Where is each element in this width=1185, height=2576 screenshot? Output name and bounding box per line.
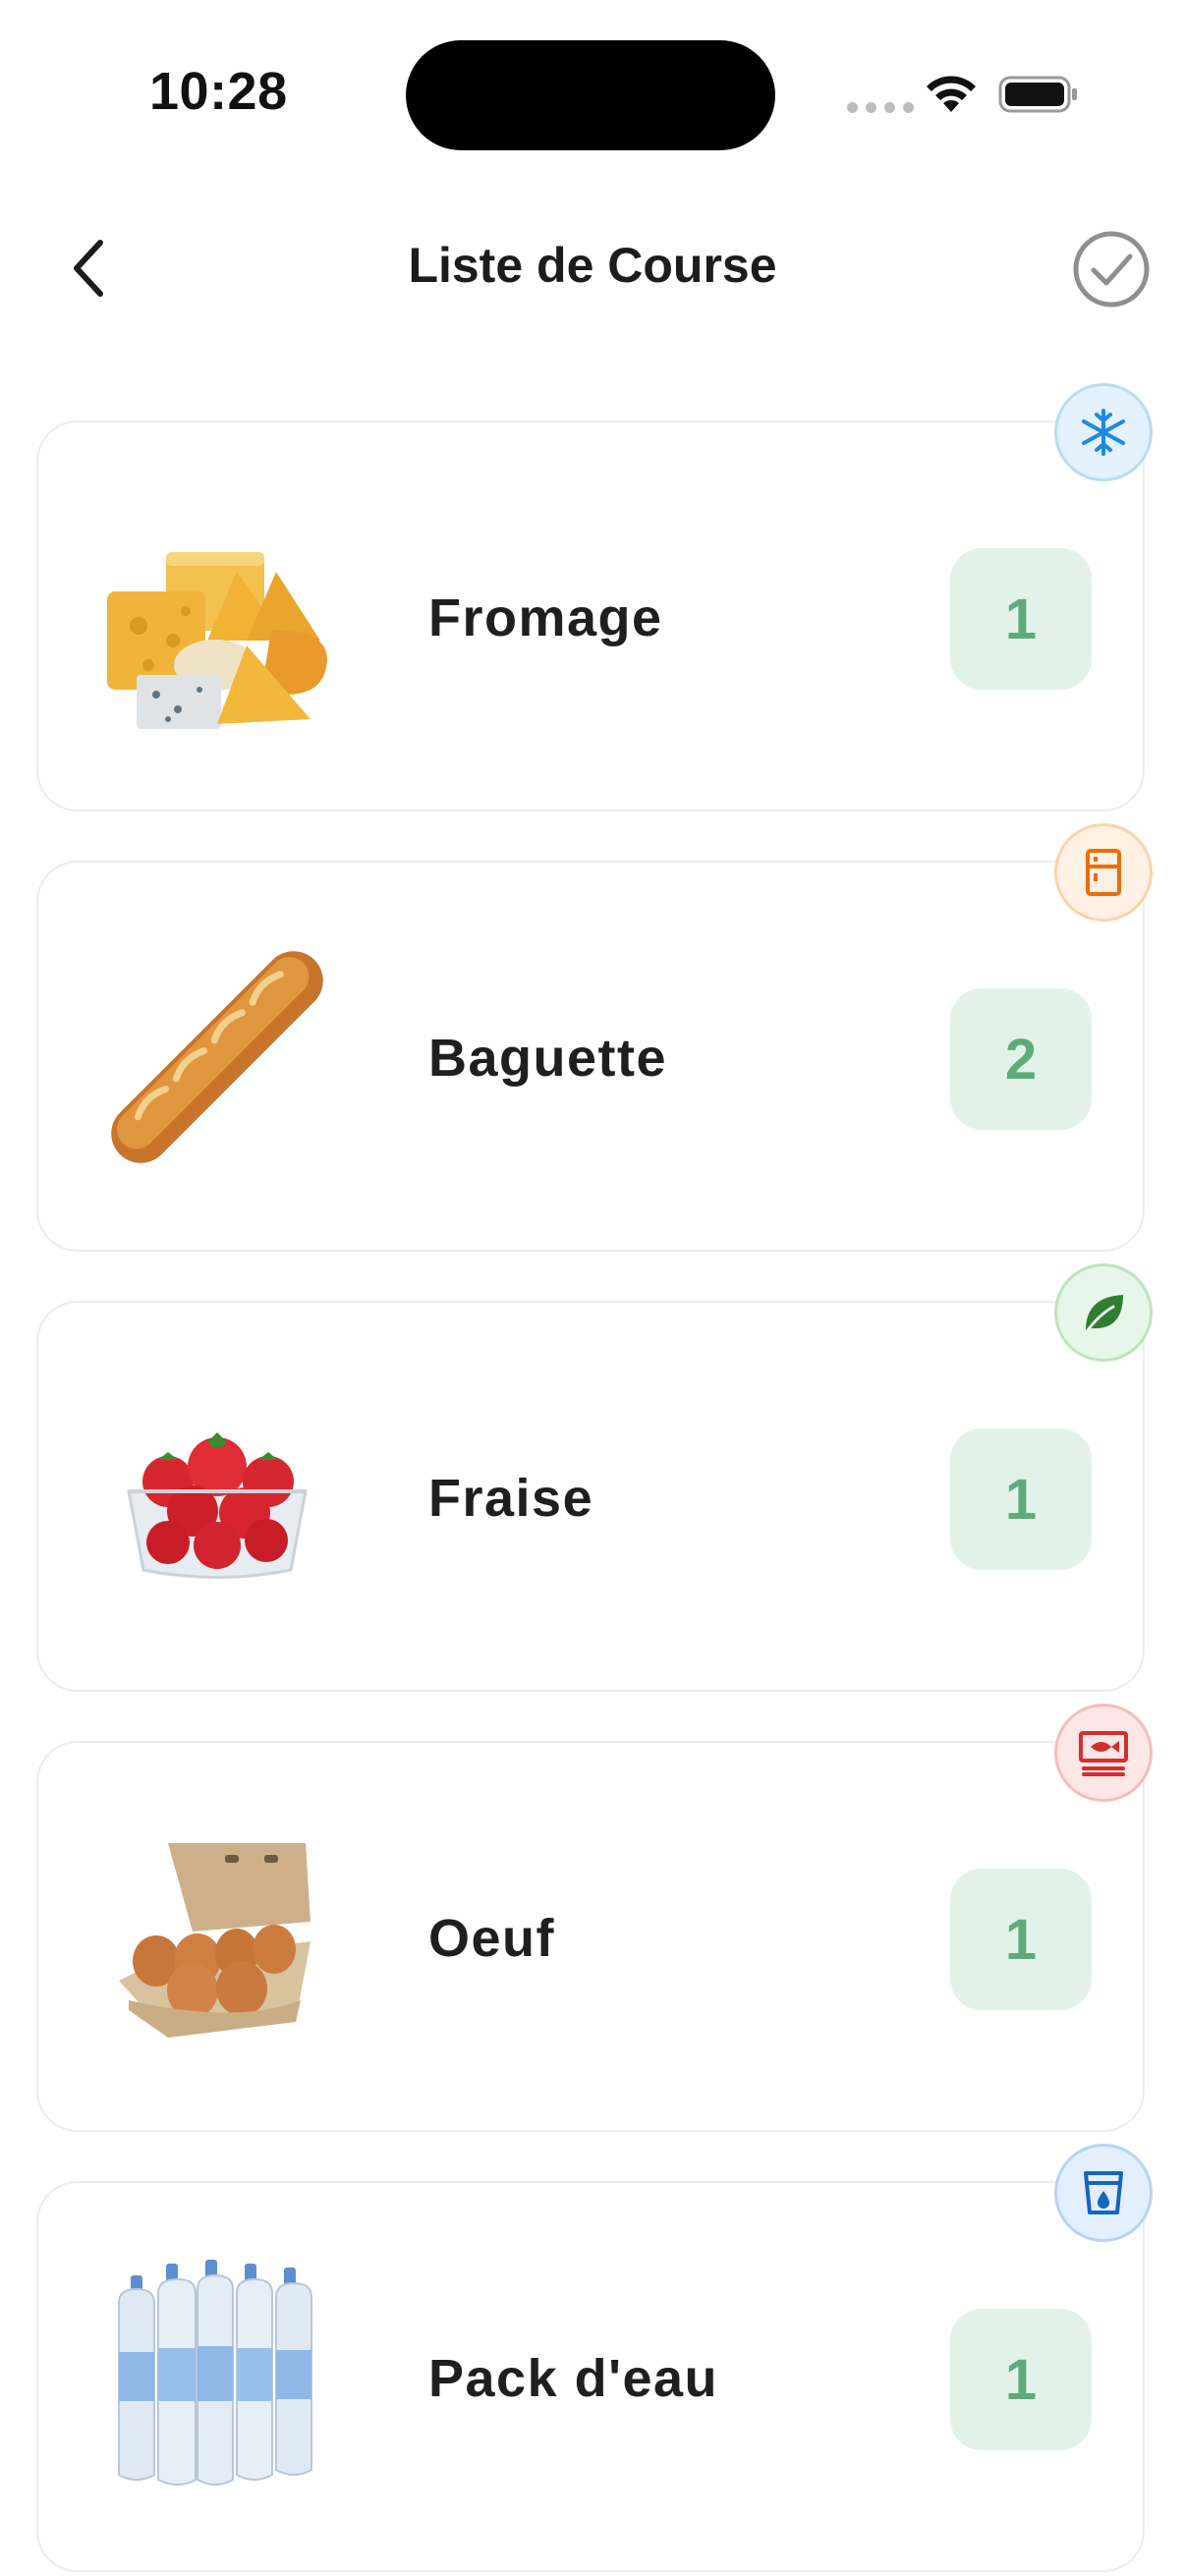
category-badge-drinks [1054, 2144, 1153, 2242]
strawberry-image [127, 1432, 308, 1579]
quantity-badge[interactable]: 1 [950, 1869, 1092, 2010]
page-title: Liste de Course [408, 238, 777, 293]
quantity-badge[interactable]: 1 [950, 1428, 1092, 1570]
quantity-badge[interactable]: 1 [950, 2309, 1092, 2450]
category-badge-fresh [1054, 1704, 1153, 1802]
quantity-badge[interactable]: 2 [950, 988, 1092, 1130]
item-name: Fromage [428, 588, 663, 647]
category-badge-fridge [1054, 823, 1153, 922]
dynamic-island [406, 40, 775, 150]
cheese-image [107, 552, 327, 729]
water-pack-image [118, 2260, 312, 2486]
list-item-fromage[interactable]: Fromage 1 [36, 420, 1145, 812]
wifi-icon [927, 76, 976, 112]
status-bar: 10:28 [0, 0, 1185, 187]
battery-icon [998, 76, 1077, 113]
quantity-badge[interactable]: 1 [950, 548, 1092, 690]
nav-header: Liste de Course [0, 201, 1185, 329]
leaf-icon [1086, 1295, 1123, 1332]
eggs-carton-image [119, 1843, 310, 2038]
category-badge-frozen [1054, 383, 1153, 481]
item-name: Pack d'eau [428, 2349, 718, 2408]
list-item-oeuf[interactable]: Oeuf 1 [36, 1741, 1145, 2132]
fridge-icon [1086, 849, 1121, 896]
fish-package-icon [1079, 1731, 1128, 1776]
item-name: Fraise [428, 1469, 594, 1528]
water-cup-icon [1084, 2171, 1123, 2214]
checkmark-circle-icon[interactable] [1071, 229, 1152, 309]
cellular-signal-icon [847, 102, 914, 113]
status-time: 10:28 [149, 62, 288, 121]
baguette-image [111, 951, 323, 1163]
item-name: Baguette [428, 1029, 668, 1088]
list-item-pack-d-eau[interactable]: Pack d'eau 1 [36, 2181, 1145, 2572]
category-badge-produce [1054, 1263, 1153, 1362]
item-name: Oeuf [428, 1909, 556, 1968]
snowflake-icon [1082, 409, 1125, 456]
list-item-fraise[interactable]: Fraise 1 [36, 1301, 1145, 1692]
list-item-baguette[interactable]: Baguette 2 [36, 861, 1145, 1252]
